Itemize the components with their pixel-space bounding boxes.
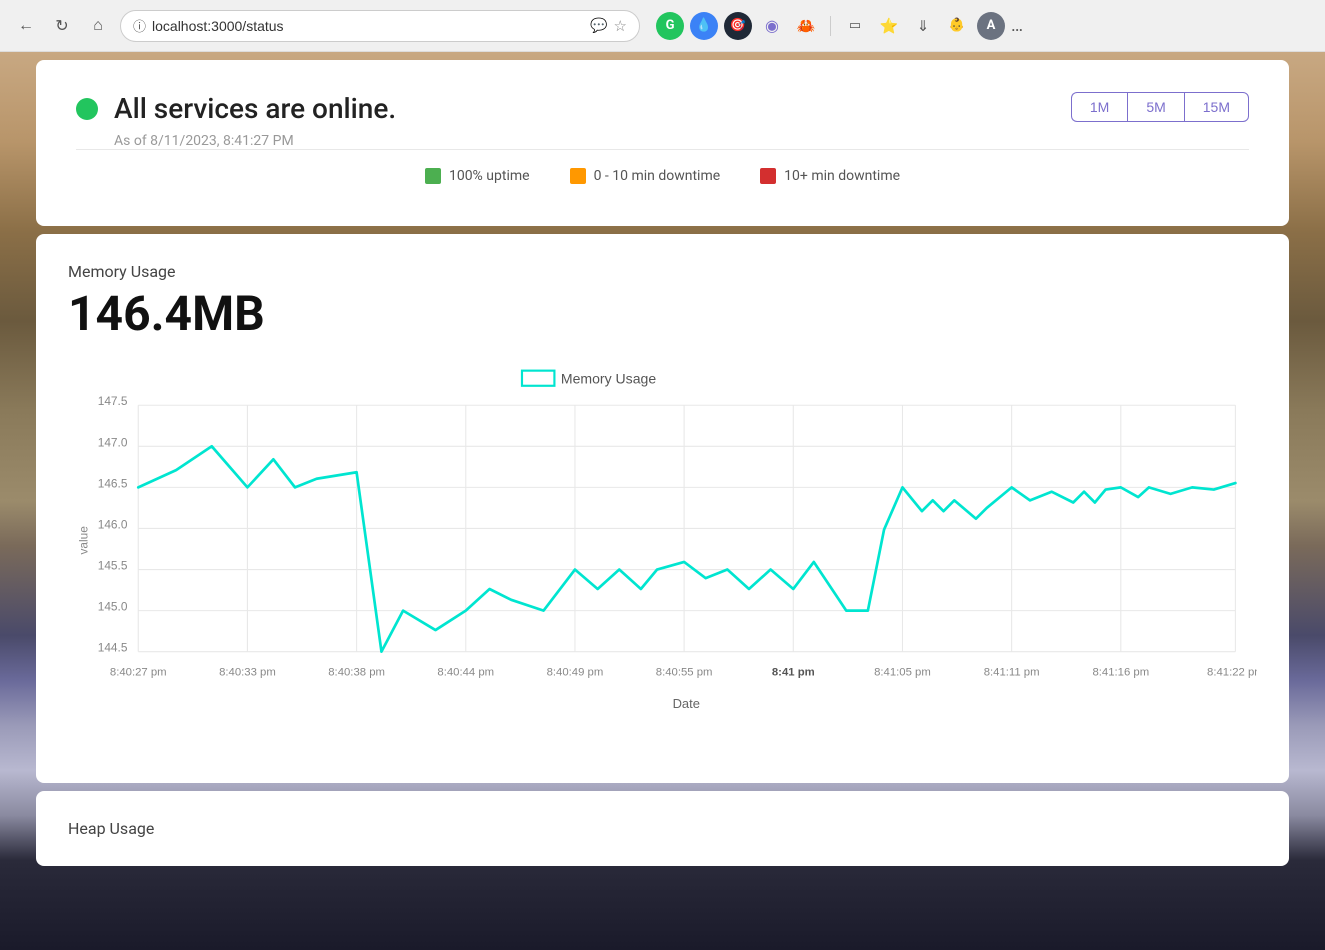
- memory-chart-svg: Memory Usage 144.5 145.0 145.5 146.0 146…: [68, 362, 1257, 751]
- legend-major-downtime: 10+ min downtime: [760, 168, 900, 184]
- legend-color-uptime: [425, 168, 441, 184]
- content-wrapper: All services are online. As of 8/11/2023…: [36, 52, 1289, 950]
- time-btn-5m[interactable]: 5M: [1127, 92, 1183, 122]
- extension-split[interactable]: ▭: [841, 12, 869, 40]
- svg-text:144.5: 144.5: [98, 641, 128, 655]
- status-card: All services are online. As of 8/11/2023…: [36, 60, 1289, 226]
- svg-text:Memory Usage: Memory Usage: [561, 371, 656, 387]
- legend-label-minor: 0 - 10 min downtime: [594, 168, 721, 184]
- time-btn-15m[interactable]: 15M: [1184, 92, 1249, 122]
- back-button[interactable]: ←: [12, 12, 40, 40]
- extension-social[interactable]: 👶: [943, 12, 971, 40]
- svg-text:8:41 pm: 8:41 pm: [772, 666, 815, 678]
- heap-chart-card: Heap Usage: [36, 791, 1289, 866]
- svg-text:8:41:11 pm: 8:41:11 pm: [984, 666, 1040, 678]
- extension-crab[interactable]: 🦀: [792, 12, 820, 40]
- time-range-buttons: 1M 5M 15M: [1071, 92, 1249, 122]
- svg-text:8:40:55 pm: 8:40:55 pm: [656, 666, 713, 678]
- legend-bar: 100% uptime 0 - 10 min downtime 10+ min …: [76, 149, 1249, 202]
- svg-text:146.5: 146.5: [98, 476, 128, 490]
- legend-label-major: 10+ min downtime: [784, 168, 900, 184]
- separator: [830, 16, 831, 36]
- svg-text:145.0: 145.0: [98, 600, 128, 614]
- heap-chart-title: Heap Usage: [68, 819, 1257, 838]
- memory-chart-container: Memory Usage 144.5 145.0 145.5 146.0 146…: [68, 362, 1257, 755]
- time-btn-1m[interactable]: 1M: [1071, 92, 1127, 122]
- memory-chart-value: 146.4MB: [68, 285, 1257, 342]
- browser-extensions: G 💧 🎯 ◉ 🦀 ▭ ⭐ ⇓ 👶 A …: [656, 12, 1023, 40]
- extension-shield[interactable]: ◉: [758, 12, 786, 40]
- svg-text:8:41:22 pm: 8:41:22 pm: [1207, 666, 1257, 678]
- status-indicator: [76, 98, 98, 120]
- more-menu-button[interactable]: …: [1011, 15, 1023, 36]
- status-title: All services are online.: [114, 92, 396, 125]
- legend-label-uptime: 100% uptime: [449, 168, 530, 184]
- legend-color-major: [760, 168, 776, 184]
- bookmark-icon[interactable]: ☆: [614, 17, 627, 35]
- extension-star[interactable]: ⭐: [875, 12, 903, 40]
- svg-text:147.0: 147.0: [98, 435, 128, 449]
- svg-text:8:41:16 pm: 8:41:16 pm: [1092, 666, 1149, 678]
- legend-uptime: 100% uptime: [425, 168, 530, 184]
- svg-text:8:40:38 pm: 8:40:38 pm: [328, 666, 385, 678]
- extension-target[interactable]: 🎯: [724, 12, 752, 40]
- user-avatar[interactable]: A: [977, 12, 1005, 40]
- svg-text:8:40:33 pm: 8:40:33 pm: [219, 666, 276, 678]
- svg-text:147.5: 147.5: [98, 394, 128, 408]
- status-timestamp: As of 8/11/2023, 8:41:27 PM: [114, 133, 1249, 149]
- memory-chart-line: [138, 446, 1235, 651]
- text-to-speech-icon: 💬: [590, 18, 607, 34]
- memory-chart-title: Memory Usage: [68, 262, 1257, 281]
- browser-chrome: ← ↻ ⌂ ⓘ 💬 ☆ G 💧 🎯 ◉ 🦀 ▭ ⭐ ⇓ 👶 A …: [0, 0, 1325, 52]
- address-bar[interactable]: ⓘ 💬 ☆: [120, 10, 640, 42]
- svg-text:8:40:44 pm: 8:40:44 pm: [437, 666, 494, 678]
- extension-g[interactable]: G: [656, 12, 684, 40]
- refresh-button[interactable]: ↻: [48, 12, 76, 40]
- url-input[interactable]: [152, 18, 584, 34]
- home-button[interactable]: ⌂: [84, 12, 112, 40]
- svg-text:8:40:49 pm: 8:40:49 pm: [547, 666, 604, 678]
- svg-text:146.0: 146.0: [98, 517, 128, 531]
- svg-text:Date: Date: [673, 696, 700, 711]
- svg-text:145.5: 145.5: [98, 559, 128, 573]
- svg-text:8:41:05 pm: 8:41:05 pm: [874, 666, 931, 678]
- extension-download[interactable]: ⇓: [909, 12, 937, 40]
- extension-drop[interactable]: 💧: [690, 12, 718, 40]
- memory-chart-card: Memory Usage 146.4MB Memory Usage 144.5 …: [36, 234, 1289, 783]
- svg-text:8:40:27 pm: 8:40:27 pm: [110, 666, 167, 678]
- svg-text:value: value: [76, 526, 90, 555]
- info-icon: ⓘ: [133, 16, 146, 35]
- legend-minor-downtime: 0 - 10 min downtime: [570, 168, 721, 184]
- legend-color-minor: [570, 168, 586, 184]
